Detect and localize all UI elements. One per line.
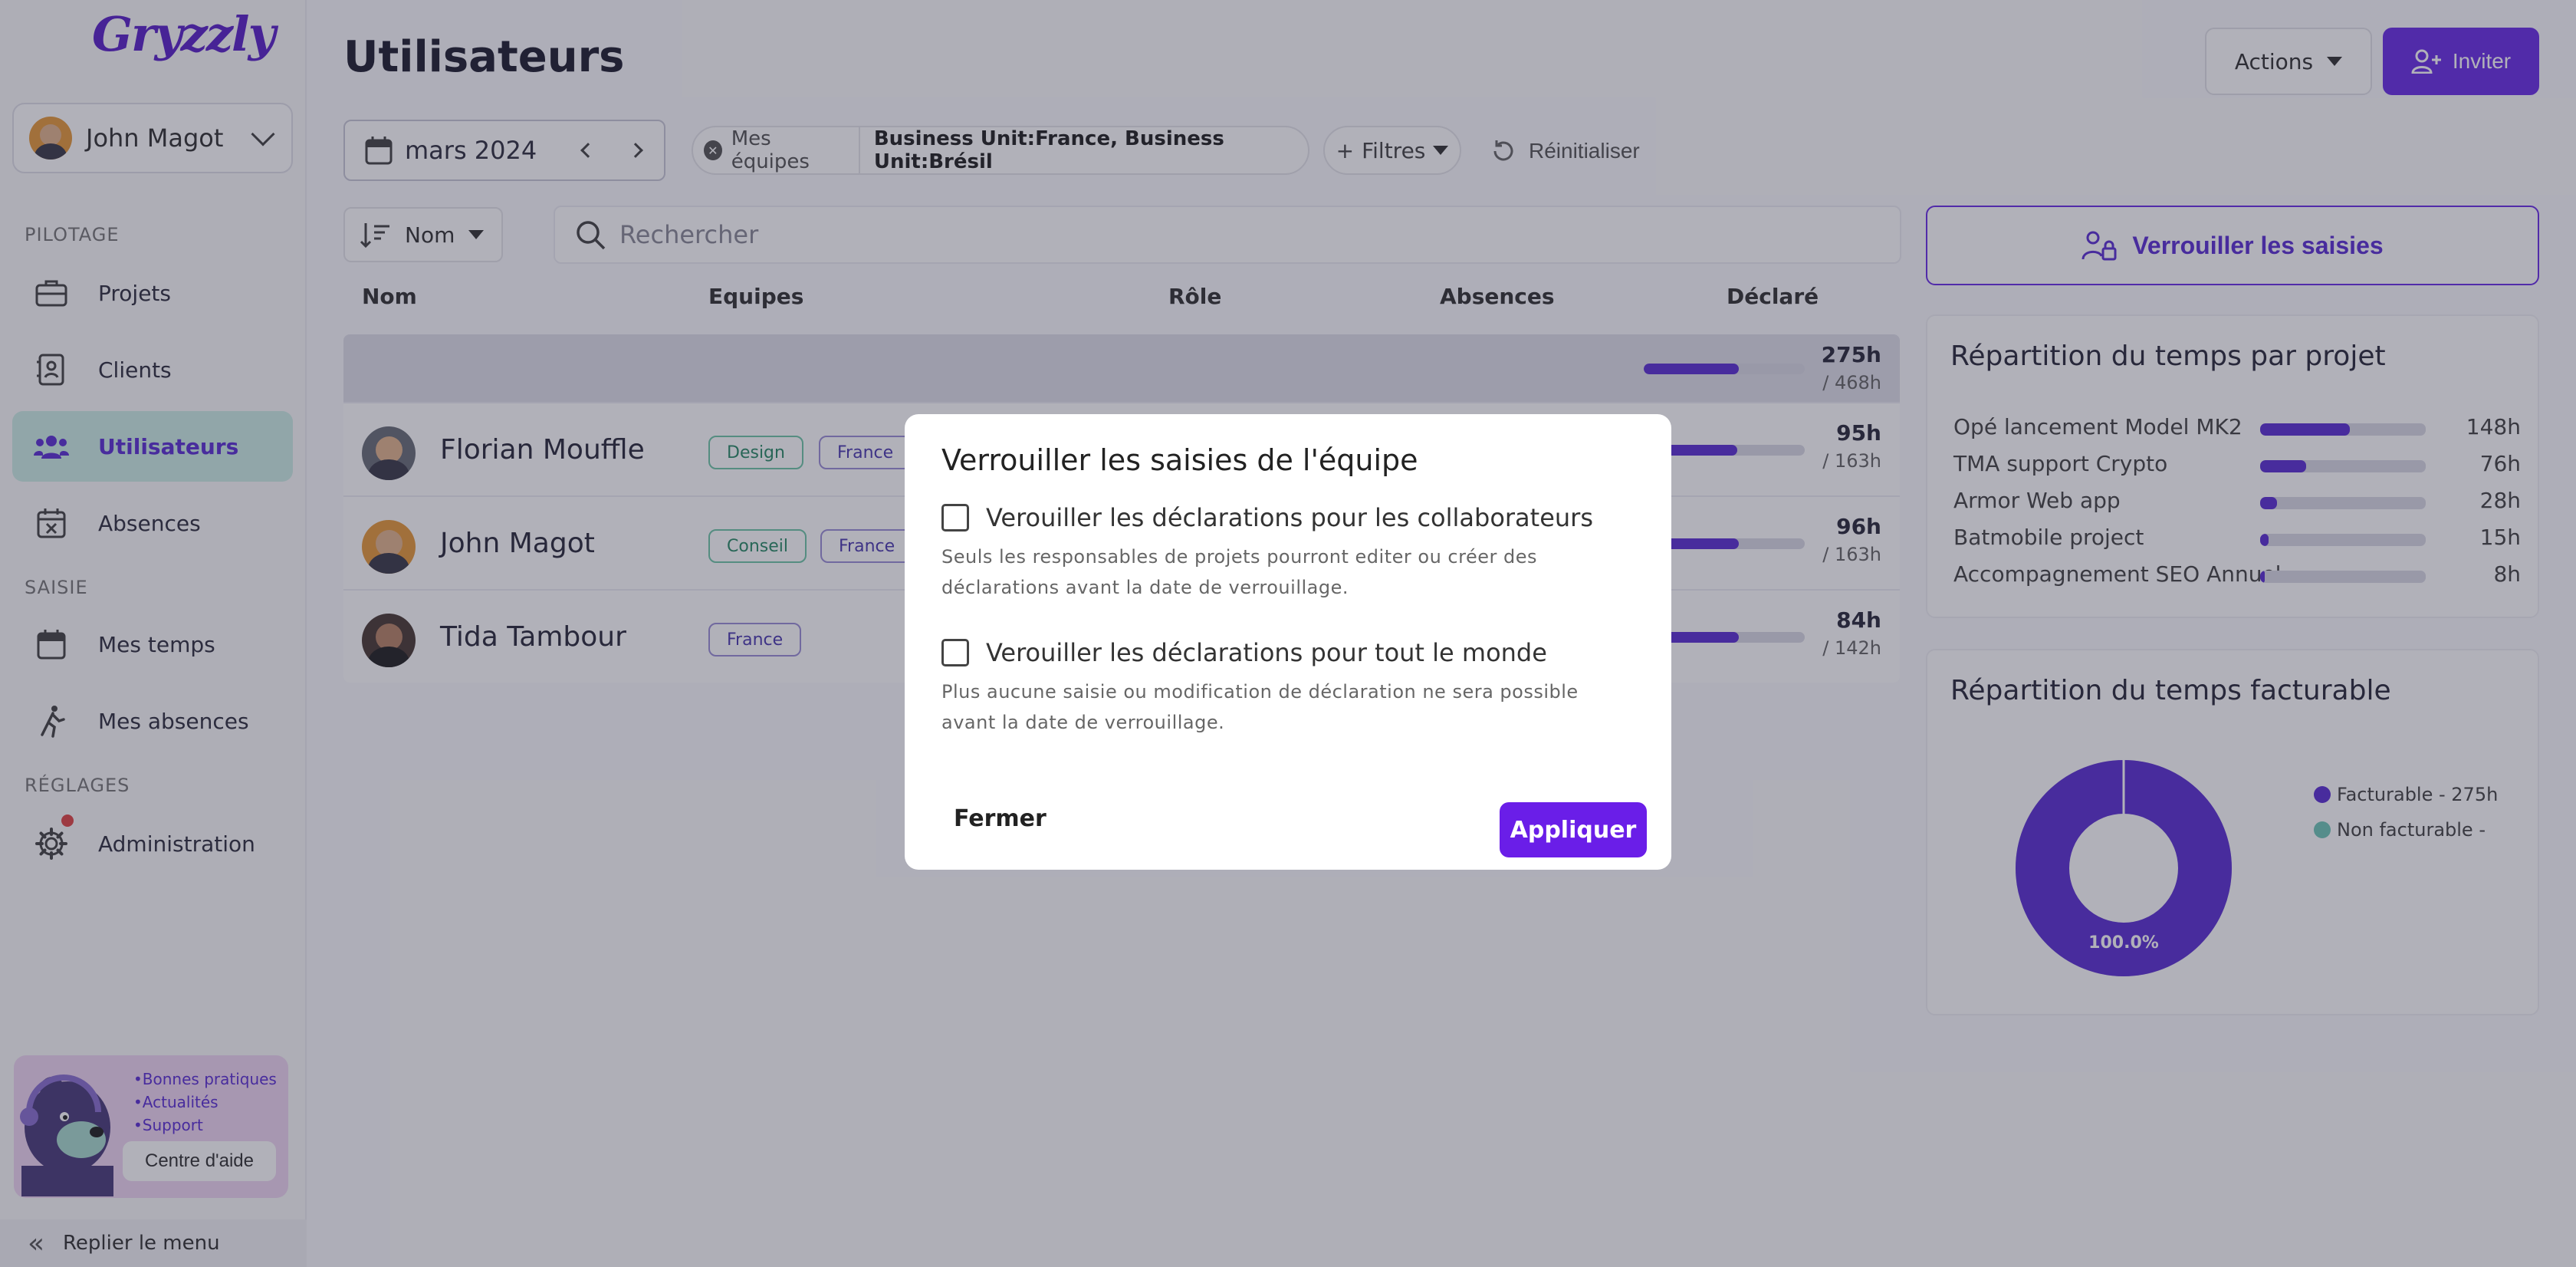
- option-lock-collaborators: Verouiller les déclarations pour les col…: [941, 503, 1631, 603]
- lock-entries-dialog: Verrouiller les saisies de l'équipe Vero…: [905, 414, 1671, 870]
- close-button[interactable]: Fermer: [954, 805, 1046, 832]
- lock-collaborators-checkbox[interactable]: [941, 504, 969, 531]
- option-label[interactable]: Verouiller les déclarations pour tout le…: [986, 638, 1547, 667]
- lock-everyone-checkbox[interactable]: [941, 639, 969, 666]
- option-description: Plus aucune saisie ou modification de dé…: [941, 681, 1579, 733]
- apply-button[interactable]: Appliquer: [1500, 802, 1647, 857]
- option-label[interactable]: Verouiller les déclarations pour les col…: [986, 503, 1593, 532]
- option-description: Seuls les responsables de projets pourro…: [941, 546, 1537, 598]
- option-lock-everyone: Verouiller les déclarations pour tout le…: [941, 638, 1631, 738]
- dialog-title: Verrouiller les saisies de l'équipe: [941, 443, 1418, 477]
